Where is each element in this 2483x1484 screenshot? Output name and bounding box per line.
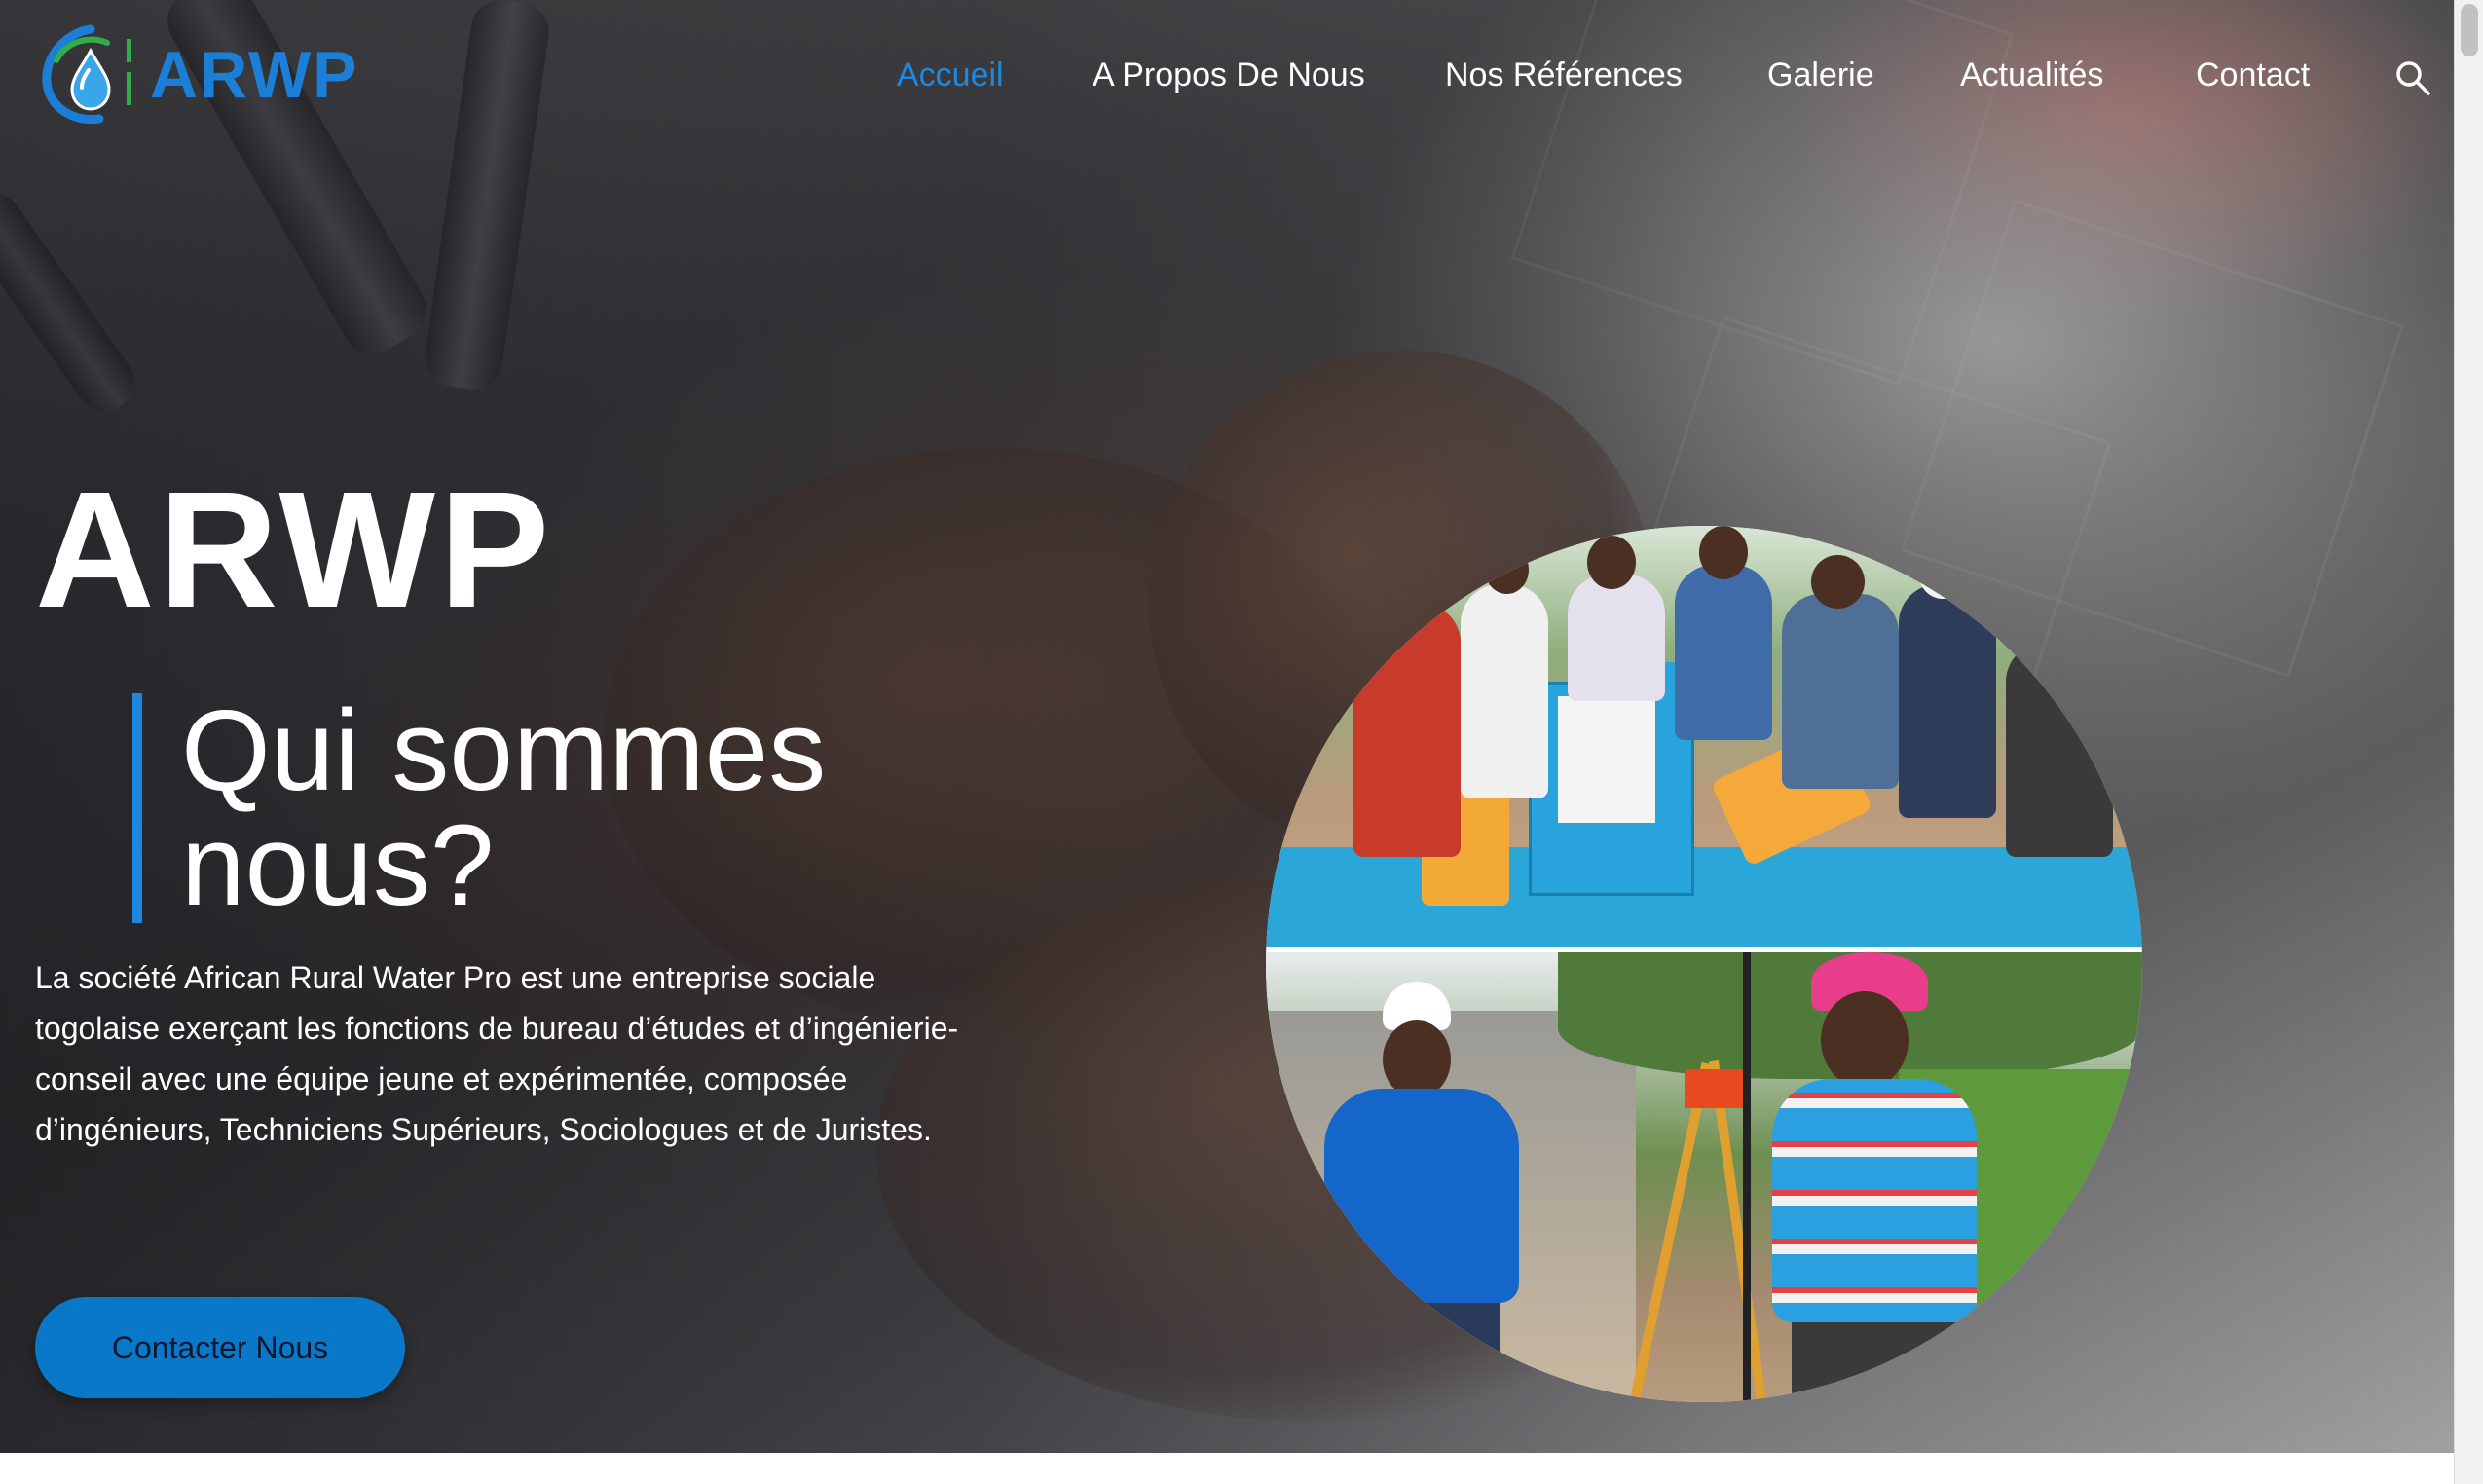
nav-item-actualites[interactable]: Actualités	[1960, 56, 2103, 94]
hero-subtitle: Qui sommes nous?	[181, 686, 827, 930]
nav-item-references[interactable]: Nos Références	[1445, 56, 1683, 94]
nav-item-galerie[interactable]: Galerie	[1767, 56, 1874, 94]
vertical-scrollbar[interactable]	[2454, 0, 2483, 1484]
contact-us-button[interactable]: Contacter Nous	[35, 1297, 405, 1398]
hero-title: ARWP	[35, 458, 554, 643]
site-header: ARWP Accueil A Propos De Nous Nos Référe…	[0, 0, 2454, 166]
site-logo[interactable]: ARWP	[37, 21, 359, 129]
logo-text: ARWP	[150, 38, 359, 112]
page-bottom	[0, 1453, 2454, 1484]
field-survey-photo	[1266, 952, 2142, 1402]
scrollbar-thumb[interactable]	[2461, 4, 2478, 56]
nav-item-a-propos[interactable]: A Propos De Nous	[1093, 56, 1365, 94]
nav-item-contact[interactable]: Contact	[2196, 56, 2310, 94]
nav-item-accueil[interactable]: Accueil	[897, 56, 1004, 94]
hero-subtitle-block: Qui sommes nous?	[132, 693, 1057, 923]
hero-description: La société African Rural Water Pro est u…	[35, 960, 959, 1147]
water-drop-logo-icon	[42, 24, 131, 125]
water-point-inauguration-photo	[1266, 526, 2142, 947]
photo-collage	[1266, 526, 2142, 1402]
search-icon[interactable]	[2393, 58, 2432, 97]
